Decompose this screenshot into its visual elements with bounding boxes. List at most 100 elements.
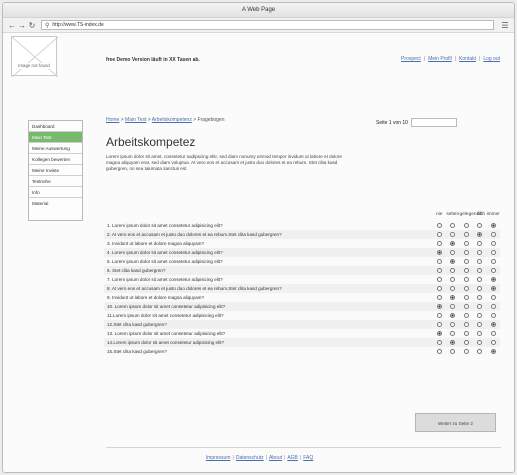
sidebar-item[interactable]: Meine Inviste	[29, 165, 82, 176]
radio-button[interactable]	[477, 259, 483, 264]
forward-arrow-icon[interactable]: →	[17, 18, 27, 33]
radio-button[interactable]	[490, 232, 496, 237]
radio-button[interactable]	[463, 268, 469, 273]
radio-button[interactable]	[450, 304, 456, 309]
radio-button[interactable]	[477, 286, 483, 291]
radio-button[interactable]	[463, 223, 469, 228]
footer-link[interactable]: About	[269, 455, 282, 461]
radio-button[interactable]	[490, 304, 496, 309]
radio-button[interactable]	[490, 268, 496, 273]
radio-button[interactable]	[436, 223, 442, 228]
sidebar-item[interactable]: Testreihe	[29, 176, 82, 187]
radio-button[interactable]	[463, 304, 469, 309]
radio-button[interactable]	[477, 277, 483, 282]
radio-button[interactable]	[463, 277, 469, 282]
reload-icon[interactable]: ↻	[27, 18, 37, 33]
radio-button[interactable]	[450, 349, 456, 354]
radio-button[interactable]	[477, 331, 483, 336]
radio-button[interactable]	[436, 313, 442, 318]
radio-button[interactable]	[490, 295, 496, 300]
radio-button[interactable]	[450, 331, 456, 336]
radio-button[interactable]	[436, 232, 442, 237]
radio-button[interactable]	[463, 241, 469, 246]
radio-button[interactable]	[490, 349, 496, 354]
radio-button[interactable]	[477, 322, 483, 327]
radio-button[interactable]	[436, 340, 442, 345]
radio-button[interactable]	[463, 259, 469, 264]
breadcrumb-main-test[interactable]: Main Test	[125, 117, 146, 123]
radio-button[interactable]	[436, 286, 442, 291]
radio-button[interactable]	[450, 313, 456, 318]
radio-button[interactable]	[450, 268, 456, 273]
footer-link[interactable]: Impressum	[206, 455, 231, 461]
radio-button[interactable]	[463, 340, 469, 345]
radio-button[interactable]	[450, 286, 456, 291]
radio-button[interactable]	[450, 250, 456, 255]
footer-link[interactable]: Datenschutz	[236, 455, 264, 461]
radio-button[interactable]	[477, 241, 483, 246]
radio-button[interactable]	[477, 340, 483, 345]
hamburger-menu-icon[interactable]: ☰	[500, 21, 510, 30]
radio-button[interactable]	[463, 250, 469, 255]
sidebar-item[interactable]: Material	[29, 198, 82, 220]
radio-button[interactable]	[450, 223, 456, 228]
radio-button[interactable]	[490, 259, 496, 264]
sidebar-item[interactable]: Mein Test	[29, 132, 82, 143]
radio-button[interactable]	[450, 241, 456, 246]
radio-button[interactable]	[450, 259, 456, 264]
radio-button[interactable]	[477, 223, 483, 228]
radio-button[interactable]	[436, 295, 442, 300]
radio-button[interactable]	[450, 340, 456, 345]
radio-button[interactable]	[436, 268, 442, 273]
radio-button[interactable]	[490, 331, 496, 336]
breadcrumb-arbeitskompetenz[interactable]: Arbeitskompetenz	[152, 117, 192, 123]
breadcrumb-home[interactable]: Home	[106, 117, 119, 123]
radio-button[interactable]	[463, 322, 469, 327]
radio-button[interactable]	[450, 232, 456, 237]
link-prospect[interactable]: Prospect	[401, 56, 421, 62]
radio-button[interactable]	[436, 304, 442, 309]
radio-button[interactable]	[450, 277, 456, 282]
radio-button[interactable]	[490, 313, 496, 318]
radio-button[interactable]	[477, 295, 483, 300]
radio-button[interactable]	[477, 313, 483, 318]
next-page-button[interactable]: Weiter zu Seite 2	[415, 413, 496, 432]
radio-button[interactable]	[490, 241, 496, 246]
radio-button[interactable]	[436, 322, 442, 327]
footer-link[interactable]: AGB	[287, 455, 298, 461]
sidebar-item[interactable]: Kollegen bewerten	[29, 154, 82, 165]
radio-button[interactable]	[463, 331, 469, 336]
radio-button[interactable]	[436, 241, 442, 246]
radio-button[interactable]	[477, 268, 483, 273]
sidebar-item[interactable]: Dashboard	[29, 121, 82, 132]
radio-button[interactable]	[490, 340, 496, 345]
radio-button[interactable]	[490, 277, 496, 282]
radio-button[interactable]	[436, 277, 442, 282]
radio-button[interactable]	[463, 286, 469, 291]
radio-button[interactable]	[490, 223, 496, 228]
radio-button[interactable]	[463, 232, 469, 237]
radio-button[interactable]	[477, 250, 483, 255]
radio-button[interactable]	[450, 295, 456, 300]
radio-button[interactable]	[436, 349, 442, 354]
address-bar[interactable]: ⚲ http://www.TS-index.de	[41, 20, 494, 30]
radio-button[interactable]	[490, 286, 496, 291]
radio-button[interactable]	[436, 259, 442, 264]
link-contact[interactable]: Kontakt	[459, 56, 476, 62]
sidebar-item[interactable]: Info	[29, 187, 82, 198]
link-profile[interactable]: Mein Profil	[428, 56, 452, 62]
radio-button[interactable]	[477, 349, 483, 354]
radio-button[interactable]	[463, 349, 469, 354]
footer-link[interactable]: FAQ	[303, 455, 313, 461]
radio-button[interactable]	[436, 250, 442, 255]
back-arrow-icon[interactable]: ←	[7, 18, 17, 33]
radio-button[interactable]	[436, 331, 442, 336]
radio-button[interactable]	[463, 313, 469, 318]
radio-button[interactable]	[490, 322, 496, 327]
radio-button[interactable]	[477, 232, 483, 237]
page-jump-input[interactable]	[410, 118, 457, 127]
radio-button[interactable]	[463, 295, 469, 300]
radio-button[interactable]	[490, 250, 496, 255]
link-logout[interactable]: Log out	[483, 56, 500, 62]
radio-button[interactable]	[450, 322, 456, 327]
